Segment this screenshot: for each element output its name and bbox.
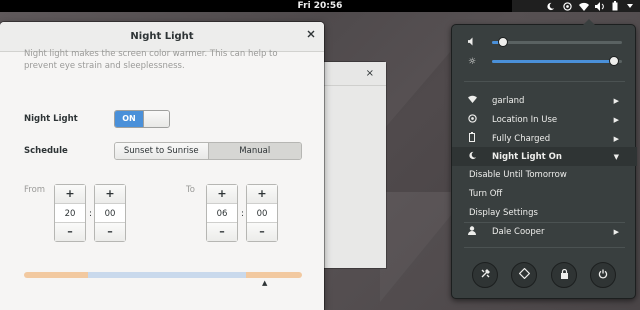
from-label: From — [24, 185, 46, 195]
switch-knob[interactable] — [143, 111, 169, 127]
from-minute-increment-button[interactable]: + — [95, 185, 125, 203]
from-minute-spinner: + 00 – — [94, 184, 126, 242]
wifi-menu-item[interactable]: garland ▶ — [452, 91, 637, 110]
from-hour-decrement-button[interactable]: – — [55, 223, 85, 241]
user-name: Dale Cooper — [492, 226, 545, 237]
rotation-lock-icon — [518, 267, 530, 282]
schedule-option-manual[interactable]: Manual — [207, 143, 301, 159]
chevron-right-icon: ▶ — [613, 96, 619, 105]
battery-icon[interactable] — [609, 0, 621, 12]
chevron-right-icon: ▶ — [613, 227, 619, 236]
settings-button[interactable] — [472, 262, 498, 288]
volume-slider-handle[interactable] — [498, 37, 508, 47]
close-icon[interactable]: × — [366, 68, 374, 79]
lock-icon — [560, 268, 569, 282]
night-light-switch[interactable]: ON — [114, 110, 170, 128]
night-light-description: Night light makes the screen color warme… — [24, 49, 278, 71]
location-icon[interactable] — [561, 0, 573, 12]
disable-until-tomorrow-item[interactable]: Disable Until Tomorrow — [452, 165, 637, 184]
chevron-down-icon: ▼ — [613, 152, 619, 161]
close-icon[interactable] — [307, 30, 315, 42]
schedule-option-sunset-to-sunrise[interactable]: Sunset to Sunrise — [115, 143, 208, 159]
user-icon — [466, 225, 478, 238]
turn-off-label: Turn Off — [469, 188, 503, 199]
brightness-slider-handle[interactable] — [609, 56, 619, 66]
from-minute-field[interactable]: 00 — [95, 203, 125, 223]
location-status: Location In Use — [492, 114, 558, 125]
location-icon — [466, 113, 478, 126]
from-hour-field[interactable]: 20 — [55, 203, 85, 223]
to-minute-spinner: + 00 – — [246, 184, 278, 242]
wifi-icon[interactable] — [578, 0, 590, 12]
timeline-cool-segment — [87, 272, 247, 278]
to-minute-increment-button[interactable]: + — [247, 185, 277, 203]
chevron-right-icon: ▶ — [613, 134, 619, 143]
power-off-icon — [598, 269, 608, 282]
night-light-status: Night Light On — [492, 151, 562, 162]
night-light-timeline-bar — [24, 272, 302, 278]
from-hour-spinner: + 20 – — [54, 184, 86, 242]
rotation-lock-button[interactable] — [511, 262, 537, 288]
lock-button[interactable] — [551, 262, 577, 288]
system-menu: ☼ garland ▶ Location In Use ▶ Fully Char… — [451, 19, 637, 299]
from-hour-increment-button[interactable]: + — [55, 185, 85, 203]
to-hour-decrement-button[interactable]: – — [207, 223, 237, 241]
display-settings-item[interactable]: Display Settings — [452, 203, 637, 222]
to-hour-field[interactable]: 06 — [207, 203, 237, 223]
menu-pointer — [583, 19, 595, 25]
wifi-network-name: garland — [492, 95, 525, 106]
disable-until-tomorrow-label: Disable Until Tomorrow — [469, 169, 567, 180]
clock[interactable]: Fri 20:56 — [298, 0, 343, 12]
turn-off-item[interactable]: Turn Off — [452, 184, 637, 203]
chevron-right-icon: ▶ — [613, 115, 619, 124]
schedule-label: Schedule — [24, 146, 68, 156]
location-menu-item[interactable]: Location In Use ▶ — [452, 110, 637, 129]
power-menu-icon[interactable] — [624, 0, 636, 12]
volume-slider[interactable] — [492, 37, 622, 47]
night-light-icon — [466, 151, 478, 163]
to-minute-field[interactable]: 00 — [247, 203, 277, 223]
night-light-label: Night Light — [24, 114, 78, 124]
settings-icon — [480, 268, 491, 282]
menu-separator — [464, 81, 625, 82]
to-minute-decrement-button[interactable]: – — [247, 223, 277, 241]
battery-menu-item[interactable]: Fully Charged ▶ — [452, 129, 637, 148]
to-hour-increment-button[interactable]: + — [207, 185, 237, 203]
night-light-menu-item[interactable]: Night Light On ▼ — [452, 147, 637, 166]
menu-separator — [464, 247, 625, 248]
battery-status: Fully Charged — [492, 133, 551, 144]
night-light-icon[interactable] — [544, 0, 556, 12]
brightness-icon: ☼ — [467, 56, 477, 67]
battery-icon — [466, 132, 478, 145]
schedule-selector: Sunset to Sunrise Manual — [114, 142, 302, 160]
volume-low-icon — [466, 36, 478, 49]
brightness-slider-fill — [492, 60, 617, 63]
power-off-button[interactable] — [590, 262, 616, 288]
time-separator: : — [89, 209, 93, 219]
display-settings-label: Display Settings — [469, 207, 538, 218]
switch-on-label: ON — [115, 111, 143, 127]
wifi-icon — [466, 95, 478, 106]
volume-icon[interactable] — [594, 0, 606, 12]
user-menu-item[interactable]: Dale Cooper ▶ — [452, 222, 637, 241]
brightness-slider[interactable] — [492, 56, 622, 66]
time-separator: : — [241, 209, 245, 219]
from-minute-decrement-button[interactable]: – — [95, 223, 125, 241]
to-label: To — [186, 185, 195, 195]
to-hour-spinner: + 06 – — [206, 184, 238, 242]
top-bar: Fri 20:56 — [0, 0, 640, 12]
timeline-warm-segment — [246, 272, 302, 278]
timeline-warm-segment — [24, 272, 88, 278]
current-time-marker-icon: ▲ — [262, 279, 268, 287]
